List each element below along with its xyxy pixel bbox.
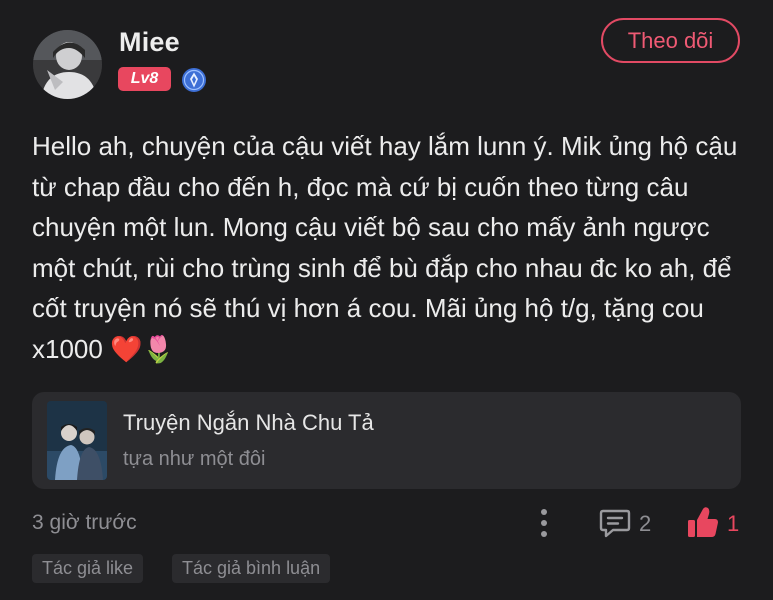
reply-count: 2 [639,511,652,536]
story-title: Truyện Ngắn Nhà Chu Tả [123,410,374,435]
follow-button[interactable]: Theo dõi [601,18,740,63]
thumbs-up-icon[interactable] [687,505,719,539]
verified-badge-icon [182,68,206,92]
level-badge: Lv8 [118,67,171,91]
username[interactable]: Miee [119,27,180,58]
comment-timestamp: 3 giờ trước [32,511,137,534]
comment-text: Hello ah, chuyện của cậu viết hay lắm lu… [32,131,738,364]
reply-icon[interactable] [599,508,631,538]
story-subtitle: tựa như một đôi [123,448,266,470]
story-card[interactable]: Truyện Ngắn Nhà Chu Tả tựa như một đôi [32,392,741,489]
more-options-icon[interactable] [532,506,556,540]
story-cover-image [47,401,107,480]
like-count: 1 [727,511,740,536]
tag-author-like: Tác giả like [32,554,144,583]
avatar[interactable] [33,30,102,99]
tag-author-comment: Tác giả bình luận [172,554,331,583]
avatar-image [33,30,102,99]
